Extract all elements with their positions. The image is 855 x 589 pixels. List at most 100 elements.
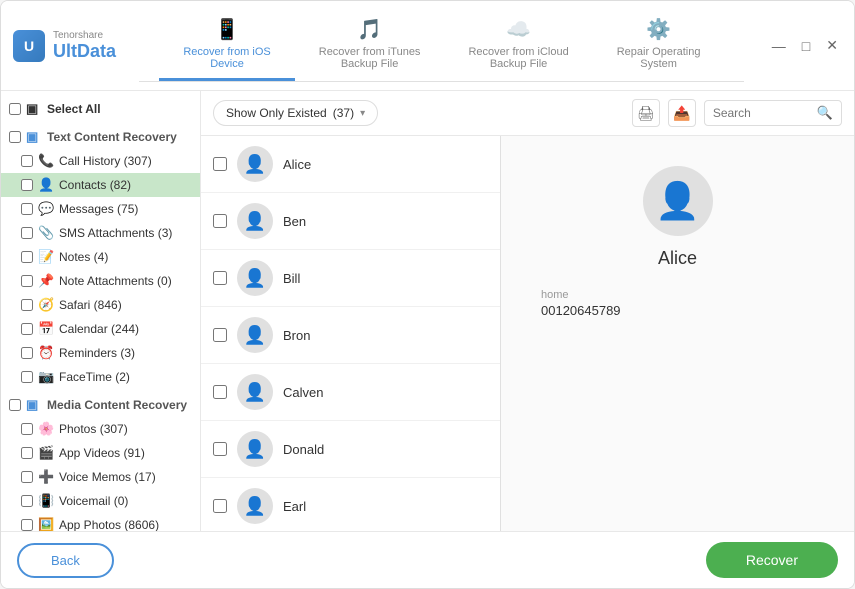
contact-calven-name: Calven: [283, 385, 323, 400]
contact-calven-avatar: 👤: [237, 374, 273, 410]
sidebar-notes[interactable]: 📝 Notes (4): [1, 245, 200, 269]
contact-donald-name: Donald: [283, 442, 324, 457]
sidebar-voicemail[interactable]: 📳 Voicemail (0): [1, 489, 200, 513]
text-content-icon: ▣: [26, 129, 42, 145]
contact-bill-avatar: 👤: [237, 260, 273, 296]
contact-list: 👤 Alice 👤 Ben 👤 Bill: [201, 136, 501, 531]
detail-name: Alice: [658, 248, 697, 269]
contact-item-donald[interactable]: 👤 Donald: [201, 421, 500, 478]
app-videos-checkbox[interactable]: [21, 447, 33, 459]
reminders-icon: ⏰: [38, 345, 54, 361]
contact-calven-checkbox[interactable]: [213, 385, 227, 399]
filter-button[interactable]: Show Only Existed (37) ▾: [213, 100, 378, 126]
note-attachments-checkbox[interactable]: [21, 275, 33, 287]
detail-phone-value: 00120645789: [541, 303, 621, 318]
export-icon: 📤: [673, 105, 690, 122]
tab-repair[interactable]: ⚙️ Repair OperatingSystem: [593, 9, 725, 81]
tab-itunes[interactable]: 🎵 Recover from iTunesBackup File: [295, 9, 445, 81]
sidebar-contacts[interactable]: 👤 Contacts (82): [1, 173, 200, 197]
contact-item-earl[interactable]: 👤 Earl: [201, 478, 500, 531]
voice-memos-icon: ➕: [38, 469, 54, 485]
contact-bron-checkbox[interactable]: [213, 328, 227, 342]
safari-label: Safari (846): [59, 298, 192, 312]
sms-attachments-checkbox[interactable]: [21, 227, 33, 239]
app-photos-checkbox[interactable]: [21, 519, 33, 531]
calendar-checkbox[interactable]: [21, 323, 33, 335]
print-button[interactable]: 🖨: [632, 99, 660, 127]
safari-icon: 🧭: [38, 297, 54, 313]
logo-area: U Tenorshare UltData: [13, 30, 116, 62]
select-all-checkbox[interactable]: [9, 103, 21, 115]
voicemail-checkbox[interactable]: [21, 495, 33, 507]
call-history-checkbox[interactable]: [21, 155, 33, 167]
app-videos-icon: 🎬: [38, 445, 54, 461]
sidebar-photos[interactable]: 🌸 Photos (307): [1, 417, 200, 441]
sidebar-app-videos[interactable]: 🎬 App Videos (91): [1, 441, 200, 465]
tab-repair-icon: ⚙️: [646, 17, 671, 42]
contact-earl-checkbox[interactable]: [213, 499, 227, 513]
maximize-button[interactable]: □: [798, 36, 814, 56]
messages-checkbox[interactable]: [21, 203, 33, 215]
sidebar-voice-memos[interactable]: ➕ Voice Memos (17): [1, 465, 200, 489]
sms-attachments-label: SMS Attachments (3): [59, 226, 192, 240]
reminders-checkbox[interactable]: [21, 347, 33, 359]
sidebar-media-content-header: ▣ Media Content Recovery: [1, 389, 200, 417]
contact-item-ben[interactable]: 👤 Ben: [201, 193, 500, 250]
contact-item-bill[interactable]: 👤 Bill: [201, 250, 500, 307]
recover-button[interactable]: Recover: [706, 542, 838, 578]
sidebar-calendar[interactable]: 📅 Calendar (244): [1, 317, 200, 341]
tab-itunes-label: Recover from iTunesBackup File: [319, 46, 421, 70]
contact-earl-avatar: 👤: [237, 488, 273, 524]
sidebar-safari[interactable]: 🧭 Safari (846): [1, 293, 200, 317]
voice-memos-checkbox[interactable]: [21, 471, 33, 483]
tab-icloud[interactable]: ☁️ Recover from iCloudBackup File: [444, 9, 592, 81]
search-box: 🔍: [704, 100, 842, 126]
safari-checkbox[interactable]: [21, 299, 33, 311]
select-all-label: Select All: [47, 102, 192, 116]
sidebar-note-attachments[interactable]: 📌 Note Attachments (0): [1, 269, 200, 293]
notes-icon: 📝: [38, 249, 54, 265]
main-panel: Show Only Existed (37) ▾ 🖨 📤 🔍: [201, 91, 854, 531]
tab-ios-icon: 📱: [215, 17, 240, 42]
sidebar-facetime[interactable]: 📷 FaceTime (2): [1, 365, 200, 389]
contact-alice-checkbox[interactable]: [213, 157, 227, 171]
sidebar-select-all[interactable]: ▣ Select All: [1, 97, 200, 121]
photos-checkbox[interactable]: [21, 423, 33, 435]
contact-item-bron[interactable]: 👤 Bron: [201, 307, 500, 364]
media-content-checkbox[interactable]: [9, 399, 21, 411]
sidebar-app-photos[interactable]: 🖼️ App Photos (8606): [1, 513, 200, 531]
window-controls: — □ ✕: [768, 35, 842, 56]
contact-item-calven[interactable]: 👤 Calven: [201, 364, 500, 421]
contact-bron-avatar: 👤: [237, 317, 273, 353]
contact-donald-checkbox[interactable]: [213, 442, 227, 456]
facetime-checkbox[interactable]: [21, 371, 33, 383]
messages-label: Messages (75): [59, 202, 192, 216]
sidebar-call-history[interactable]: 📞 Call History (307): [1, 149, 200, 173]
notes-checkbox[interactable]: [21, 251, 33, 263]
minimize-button[interactable]: —: [768, 36, 790, 56]
sidebar-reminders[interactable]: ⏰ Reminders (3): [1, 341, 200, 365]
tab-icloud-label: Recover from iCloudBackup File: [468, 46, 568, 70]
toolbar: Show Only Existed (37) ▾ 🖨 📤 🔍: [201, 91, 854, 136]
contact-alice-avatar: 👤: [237, 146, 273, 182]
detail-panel: 👤 Alice home 00120645789: [501, 136, 854, 531]
sidebar-sms-attachments[interactable]: 📎 SMS Attachments (3): [1, 221, 200, 245]
contacts-checkbox[interactable]: [21, 179, 33, 191]
tab-ios-label: Recover from iOSDevice: [183, 46, 270, 70]
text-content-label: Text Content Recovery: [47, 130, 192, 144]
contact-bron-name: Bron: [283, 328, 310, 343]
voicemail-label: Voicemail (0): [59, 494, 192, 508]
filter-label: Show Only Existed: [226, 106, 327, 120]
contact-bill-checkbox[interactable]: [213, 271, 227, 285]
back-button[interactable]: Back: [17, 543, 114, 578]
sidebar-messages[interactable]: 💬 Messages (75): [1, 197, 200, 221]
tab-ios[interactable]: 📱 Recover from iOSDevice: [159, 9, 294, 81]
contact-ben-checkbox[interactable]: [213, 214, 227, 228]
search-input[interactable]: [713, 106, 813, 120]
chevron-down-icon: ▾: [360, 108, 365, 119]
voicemail-icon: 📳: [38, 493, 54, 509]
contact-item-alice[interactable]: 👤 Alice: [201, 136, 500, 193]
text-content-checkbox[interactable]: [9, 131, 21, 143]
export-button[interactable]: 📤: [668, 99, 696, 127]
close-button[interactable]: ✕: [822, 35, 842, 56]
